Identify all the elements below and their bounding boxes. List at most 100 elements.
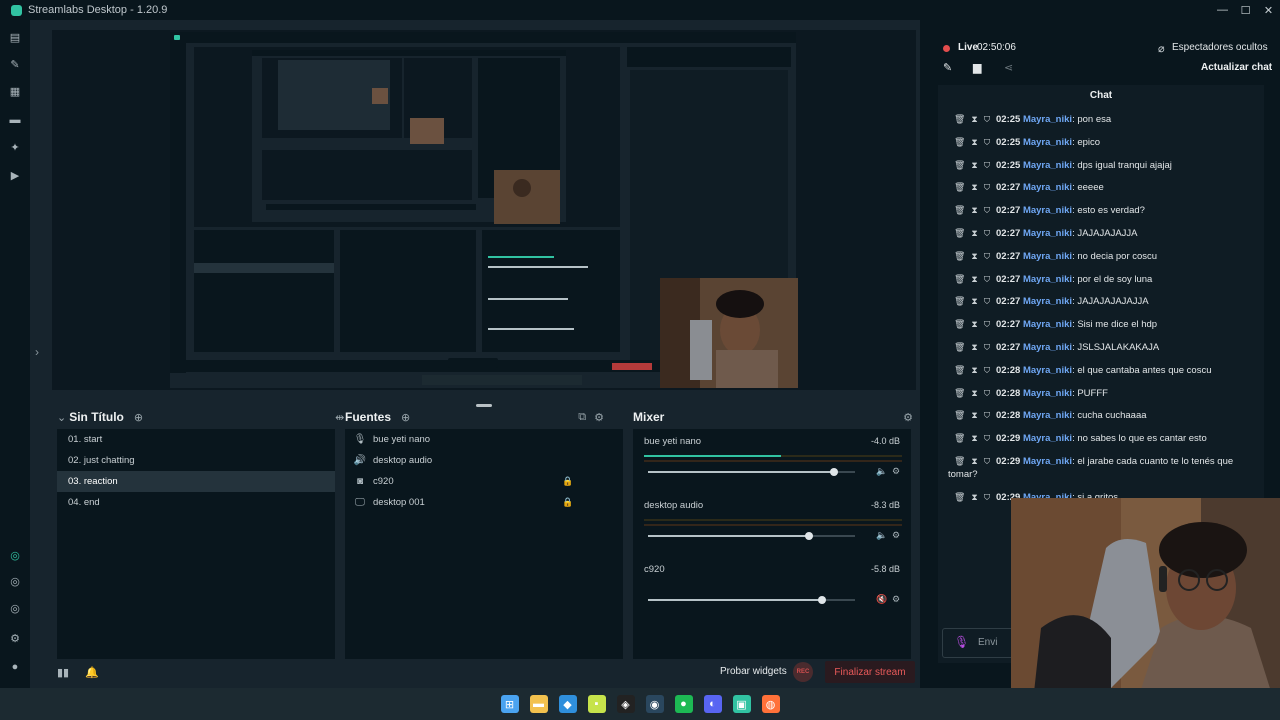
discord-icon[interactable]: ◐ xyxy=(703,695,722,713)
settings-icon[interactable]: ⚙ xyxy=(9,632,21,645)
moderation-icons[interactable]: 🗑⧗⛉ xyxy=(954,204,996,218)
chat-username[interactable]: Mayra_niki xyxy=(1023,456,1072,467)
chat-username[interactable]: Mayra_niki xyxy=(1023,228,1072,239)
end-stream-button[interactable]: Finalizar stream xyxy=(825,661,915,683)
steam-icon[interactable]: ◉ xyxy=(645,695,664,713)
moderation-icons[interactable]: 🗑⧗⛉ xyxy=(954,227,996,241)
moderation-icons[interactable]: 🗑⧗⛉ xyxy=(954,113,996,127)
slider-knob[interactable] xyxy=(805,532,814,540)
notification-bell-icon[interactable]: 🔔 xyxy=(85,666,99,679)
stream-preview[interactable] xyxy=(52,30,916,390)
store-icon[interactable]: ▦ xyxy=(9,85,21,98)
source-item[interactable]: 🎙 bue yeti nano xyxy=(345,429,623,450)
chat-username[interactable]: Mayra_niki xyxy=(1023,160,1072,171)
moderation-icons[interactable]: 🗑⧗⛉ xyxy=(954,159,996,173)
moderation-icons[interactable]: 🗑⧗⛉ xyxy=(954,409,996,423)
scene-item-active[interactable]: 03. reaction xyxy=(57,471,335,492)
moderation-icons[interactable]: 🗑⧗⛉ xyxy=(954,432,996,446)
scene-item[interactable]: 01. start xyxy=(57,429,335,450)
moderation-icons[interactable]: 🗑⧗⛉ xyxy=(954,455,996,469)
slider-knob[interactable] xyxy=(817,596,826,604)
folder-icon[interactable]: ▆ xyxy=(973,61,981,74)
source-item[interactable]: 🖵 desktop 001 🔒 xyxy=(345,492,623,513)
chat-username[interactable]: Mayra_niki xyxy=(1023,137,1072,148)
chat-username[interactable]: Mayra_niki xyxy=(1023,319,1072,330)
live-app-icon[interactable]: ▪ xyxy=(587,695,606,713)
capcut-icon[interactable]: ◈ xyxy=(616,695,635,713)
chat-username[interactable]: Mayra_niki xyxy=(1023,114,1072,125)
rec-button[interactable]: REC xyxy=(793,662,813,682)
speaker-muted-icon[interactable]: 🔇 xyxy=(876,594,887,605)
moderation-icons[interactable]: 🗑⧗⛉ xyxy=(954,364,996,378)
viewers-hidden-icon[interactable]: ⌀ xyxy=(1158,42,1165,55)
volume-slider[interactable] xyxy=(648,596,855,604)
channel-gear-icon[interactable]: ⚙ xyxy=(892,594,900,605)
chat-username[interactable]: Mayra_niki xyxy=(1023,388,1072,399)
spotify-icon[interactable]: ● xyxy=(674,695,693,713)
source-item[interactable]: ◙ c920 🔒 xyxy=(345,471,623,492)
speaker-mute-icon[interactable]: 🔈 xyxy=(876,530,887,541)
close-button[interactable]: ✕ xyxy=(1257,0,1280,20)
moderation-icons[interactable]: 🗑⧗⛉ xyxy=(954,136,996,150)
stats-icon[interactable]: ▮▮ xyxy=(57,666,69,679)
user-icon[interactable]: ● xyxy=(9,661,21,673)
moderation-icons[interactable]: 🗑⧗⛉ xyxy=(954,318,996,332)
windows-start-icon[interactable]: ⊞ xyxy=(500,695,519,713)
moderation-icons[interactable]: 🗑⧗⛉ xyxy=(954,341,996,355)
settings-wand-icon[interactable]: ✦ xyxy=(9,141,21,154)
streamlabs-icon[interactable]: ▣ xyxy=(732,695,751,713)
moderation-icons[interactable]: 🗑⧗⛉ xyxy=(954,491,996,505)
volume-slider[interactable] xyxy=(648,532,855,540)
chat-username[interactable]: Mayra_niki xyxy=(1023,342,1072,353)
volume-slider[interactable] xyxy=(648,468,855,476)
moderation-icons[interactable]: 🗑⧗⛉ xyxy=(954,250,996,264)
editor-icon[interactable]: ▤ xyxy=(9,31,21,44)
chat-username[interactable]: Mayra_niki xyxy=(1023,365,1072,376)
gear-source-icon[interactable]: ⚙ xyxy=(594,411,604,424)
chat-username[interactable]: Mayra_niki xyxy=(1023,410,1072,421)
chat-username[interactable]: Mayra_niki xyxy=(1023,274,1072,285)
source-item[interactable]: 🔊 desktop audio xyxy=(345,450,623,471)
channel-gear-icon[interactable]: ⚙ xyxy=(892,530,900,541)
speaker-mute-icon[interactable]: 🔈 xyxy=(876,466,887,477)
edit-stream-icon[interactable]: ✎ xyxy=(943,61,952,74)
chat-username[interactable]: Mayra_niki xyxy=(1023,182,1072,193)
test-widgets-button[interactable]: Probar widgets xyxy=(720,666,787,677)
overlay-editor-icon[interactable]: ◎ xyxy=(9,602,21,615)
slider-knob[interactable] xyxy=(830,468,839,476)
minimize-button[interactable]: — xyxy=(1211,0,1234,20)
play-icon[interactable]: ▶ xyxy=(9,169,21,182)
chat-username[interactable]: Mayra_niki xyxy=(1023,251,1072,262)
collapse-left-arrow-icon[interactable]: › xyxy=(35,345,39,359)
studio-mode-icon[interactable]: ◎ xyxy=(9,549,21,562)
moderation-icons[interactable]: 🗑⧗⛉ xyxy=(954,273,996,287)
layout-icon[interactable]: ◎ xyxy=(9,575,21,588)
chat-username[interactable]: Mayra_niki xyxy=(1023,296,1072,307)
scene-item[interactable]: 04. end xyxy=(57,492,335,513)
vscode-icon[interactable]: ◆ xyxy=(558,695,577,713)
scene-transitions-icon[interactable]: ⇹ xyxy=(335,411,344,424)
refresh-chat-button[interactable]: Actualizar chat xyxy=(1201,62,1272,73)
chat-username[interactable]: Mayra_niki xyxy=(1023,205,1072,216)
firefox-icon[interactable]: ◍ xyxy=(761,695,780,713)
viewers-hidden-label[interactable]: Espectadores ocultos xyxy=(1172,42,1268,53)
lock-icon[interactable]: 🔒 xyxy=(562,497,573,508)
overlay-icon[interactable]: ▬ xyxy=(9,114,21,126)
add-scene-icon[interactable]: ⊕ xyxy=(134,411,143,424)
moderation-icons[interactable]: 🗑⧗⛉ xyxy=(954,295,996,309)
chevron-down-icon[interactable]: ⌄ xyxy=(57,411,66,424)
themes-icon[interactable]: ✎ xyxy=(9,58,21,71)
share-icon[interactable]: ⋖ xyxy=(1004,61,1013,74)
channel-gear-icon[interactable]: ⚙ xyxy=(892,466,900,477)
moderation-icons[interactable]: 🗑⧗⛉ xyxy=(954,387,996,401)
maximize-button[interactable]: ☐ xyxy=(1234,0,1257,20)
scene-item[interactable]: 02. just chatting xyxy=(57,450,335,471)
add-source-icon[interactable]: ⊕ xyxy=(401,411,410,424)
moderation-icons[interactable]: 🗑⧗⛉ xyxy=(954,181,996,195)
lock-icon[interactable]: 🔒 xyxy=(562,476,573,487)
gear-icon[interactable]: ⚙ xyxy=(903,411,913,424)
folder-add-icon[interactable]: ⧉ xyxy=(578,411,586,424)
microphone-icon[interactable]: 🎙 xyxy=(954,635,969,649)
chat-username[interactable]: Mayra_niki xyxy=(1023,433,1072,444)
file-explorer-icon[interactable]: ▬ xyxy=(529,695,548,713)
